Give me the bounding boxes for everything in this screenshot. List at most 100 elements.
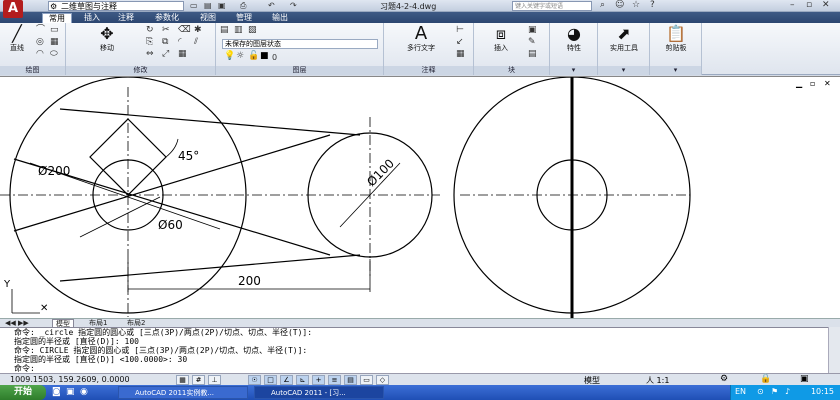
current-layer[interactable]: 0 (272, 53, 277, 62)
edit-block-icon[interactable]: ✎ (528, 38, 536, 47)
mtext-button[interactable]: A 多行文字 (396, 25, 446, 53)
create-block-icon[interactable]: ▣ (528, 26, 537, 35)
table-icon[interactable]: ▦ (456, 50, 465, 59)
color-swatch-icon[interactable]: ■ (260, 52, 269, 61)
lweight-toggle[interactable]: ≡ (328, 375, 341, 385)
command-window[interactable]: 命令: _circle 指定圆的圆心或 [三点(3P)/两点(2P)/切点、切点… (0, 327, 828, 373)
utilities-button[interactable]: ⬈ 实用工具 (600, 25, 648, 53)
hatch-icon[interactable]: ▦ (50, 38, 59, 47)
quicklaunch-icon[interactable]: ◙ (52, 387, 61, 397)
polyline-icon[interactable]: ⌒ (36, 26, 45, 35)
tab-home[interactable]: 常用 (42, 13, 72, 23)
rectangle-icon[interactable]: ▭ (50, 26, 59, 35)
tab-output[interactable]: 输出 (266, 13, 294, 23)
scale-icon[interactable]: ⤢ (162, 50, 169, 59)
ducs-toggle[interactable]: ⊾ (296, 375, 309, 385)
help-icon[interactable]: ? (650, 0, 655, 10)
tray-icon[interactable]: ⚑ (771, 387, 778, 396)
command-scrollbar[interactable] (828, 327, 840, 373)
sun-icon[interactable]: ☼ (236, 52, 244, 61)
mirror-icon[interactable]: ⧉ (162, 38, 168, 47)
star-icon[interactable]: ☆ (632, 0, 640, 10)
ortho-toggle[interactable]: ⊥ (208, 375, 221, 385)
redo-icon[interactable]: ↷ (290, 1, 297, 10)
otrack-toggle[interactable]: ∠ (280, 375, 293, 385)
copy-icon[interactable]: ⎘ (146, 38, 153, 47)
layers-panel-title[interactable]: 图层 (216, 66, 383, 75)
sc-toggle[interactable]: ◇ (376, 375, 389, 385)
move-button[interactable]: ✥ 移动 (94, 25, 120, 53)
modify-panel-title[interactable]: 修改 (66, 66, 215, 75)
tray-icon[interactable]: ⊙ (757, 387, 764, 396)
lightbulb-icon[interactable]: 💡 (224, 52, 235, 61)
layer-tools-icon[interactable]: ▥ (234, 26, 243, 35)
tpy-toggle[interactable]: ▤ (344, 375, 357, 385)
app-logo-icon[interactable]: A (3, 0, 23, 18)
snap-toggle[interactable]: ▦ (176, 375, 189, 385)
volume-icon[interactable]: ♪ (785, 387, 790, 396)
minimize-icon[interactable]: – (790, 0, 795, 10)
quicklaunch-icon[interactable]: ▣ (66, 387, 75, 397)
taskbar-item[interactable]: AutoCAD 2011实例教... (118, 386, 248, 399)
properties-panel-title[interactable]: ▾ (550, 66, 597, 75)
tray-icon[interactable]: EN (735, 387, 746, 396)
tab-view[interactable]: 视图 (194, 13, 222, 23)
utilities-panel-title[interactable]: ▾ (598, 66, 649, 75)
properties-button[interactable]: ◕ 特性 (554, 25, 594, 53)
start-button[interactable]: 开始 (0, 385, 46, 400)
leader-icon[interactable]: ↙ (456, 38, 464, 47)
clean-screen-icon[interactable]: ▣ (800, 374, 809, 384)
tab-parametric[interactable]: 参数化 (148, 13, 186, 23)
undo-icon[interactable]: ↶ (268, 1, 275, 10)
search-icon[interactable]: ⌕ (600, 0, 605, 10)
workspace-selector[interactable]: ⚙ 二维草图与注释 (48, 1, 184, 11)
explode-icon[interactable]: ✱ (194, 26, 202, 35)
new-icon[interactable]: ▭ (190, 1, 198, 10)
user-icon[interactable]: ☺ (615, 0, 624, 10)
polar-toggle[interactable]: ☉ (248, 375, 261, 385)
search-input[interactable]: 键入关键字或短语 (512, 1, 592, 11)
open-icon[interactable]: ▤ (204, 1, 212, 10)
layer-state-combo[interactable]: 未保存的图层状态 (222, 39, 378, 49)
arc-icon[interactable]: ◠ (36, 50, 44, 59)
draw-panel-title[interactable]: 绘图 (0, 66, 65, 75)
quicklaunch-icon[interactable]: ◉ (80, 387, 88, 397)
trim-icon[interactable]: ✂ (162, 26, 170, 35)
attribute-icon[interactable]: ▤ (528, 50, 537, 59)
offset-icon[interactable]: ⫽ (194, 38, 198, 47)
tab-annotate[interactable]: 注释 (112, 13, 140, 23)
drawing-canvas[interactable]: ▁ ▫ ✕ Ø200 45° Ø60 Ø100 200 Y ✕ (0, 76, 840, 319)
osnap-toggle[interactable]: □ (264, 375, 277, 385)
ellipse-icon[interactable]: ⬭ (50, 50, 58, 59)
qp-toggle[interactable]: ▭ (360, 375, 373, 385)
erase-icon[interactable]: ⌫ (178, 26, 191, 35)
plot-icon[interactable]: ⎙ (240, 1, 246, 11)
taskbar-item-active[interactable]: AutoCAD 2011 - [习... (254, 386, 384, 399)
workspace-switch-icon[interactable]: ⚙ (720, 374, 728, 384)
tab-manage[interactable]: 管理 (230, 13, 258, 23)
grid-toggle[interactable]: # (192, 375, 205, 385)
ucs-x-label: ✕ (40, 303, 48, 314)
fillet-icon[interactable]: ◜ (178, 38, 182, 47)
annotation-panel-title[interactable]: 注释 (384, 66, 473, 75)
clipboard-panel-title[interactable]: ▾ (650, 66, 701, 75)
layer-match-icon[interactable]: ▧ (248, 26, 257, 35)
dyn-toggle[interactable]: + (312, 375, 325, 385)
tab-insert[interactable]: 插入 (78, 13, 106, 23)
layer-properties-icon[interactable]: ▤ (220, 26, 229, 35)
stretch-icon[interactable]: ⇔ (146, 50, 154, 59)
clipboard-button[interactable]: 📋 剪贴板 (654, 25, 698, 53)
close-icon[interactable]: ✕ (822, 0, 830, 10)
line-button[interactable]: ╱ 直线 (4, 25, 30, 53)
lock-icon[interactable]: 🔓 (248, 52, 259, 61)
lock-ui-icon[interactable]: 🔒 (760, 374, 771, 384)
rotate-icon[interactable]: ↻ (146, 26, 154, 35)
insert-block-button[interactable]: ⧈ 插入 (482, 25, 520, 53)
restore-icon[interactable]: ▫ (806, 0, 812, 10)
circle-icon[interactable]: ◎ (36, 38, 44, 47)
save-icon[interactable]: ▣ (218, 1, 226, 10)
dimension-icon[interactable]: ⊢ (456, 26, 464, 35)
utilities-label: 实用工具 (610, 44, 638, 52)
array-icon[interactable]: ▦ (178, 50, 187, 59)
block-panel-title[interactable]: 块 (474, 66, 549, 75)
